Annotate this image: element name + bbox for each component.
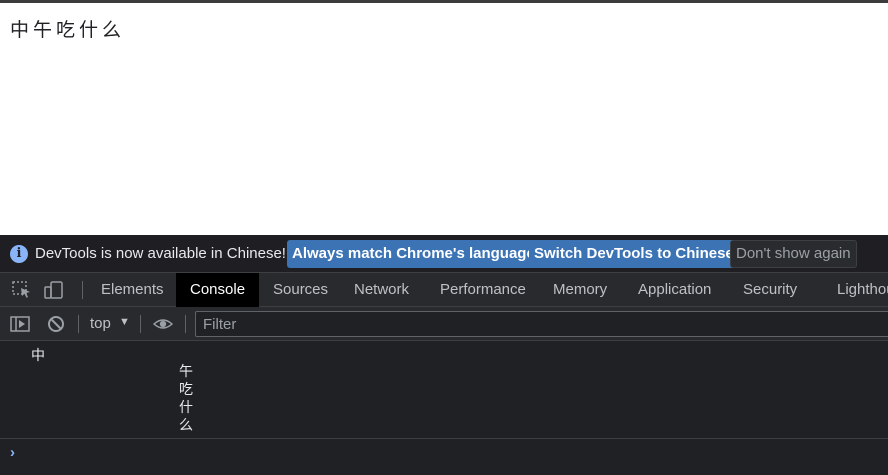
- page-content-text: 中午吃什么: [10, 19, 126, 41]
- filter-input[interactable]: [195, 311, 888, 337]
- device-toolbar-icon[interactable]: [44, 281, 64, 299]
- always-match-language-button[interactable]: Always match Chrome's language: [287, 240, 540, 268]
- language-infobar: i DevTools is now available in Chinese! …: [0, 235, 888, 273]
- info-icon: i: [10, 245, 28, 263]
- console-log-vertical-text: 午 吃 什 么: [179, 363, 195, 435]
- tab-console[interactable]: Console: [176, 273, 260, 307]
- infobar-message: DevTools is now available in Chinese!: [35, 245, 286, 262]
- console-prompt-chevron-icon[interactable]: ›: [10, 444, 15, 461]
- tab-elements[interactable]: Elements: [87, 273, 178, 307]
- toolbar-separator: [78, 315, 79, 333]
- devtools-tabbar: Elements Console Sources Network Perform…: [0, 273, 888, 307]
- console-log-char: 什: [179, 400, 193, 416]
- switch-to-chinese-button[interactable]: Switch DevTools to Chinese: [529, 240, 739, 268]
- console-output: 中 午 吃 什 么 ›: [0, 341, 888, 475]
- tab-network[interactable]: Network: [340, 273, 423, 307]
- toolbar-separator: [140, 315, 141, 333]
- page-viewport: 中午吃什么: [0, 3, 888, 235]
- console-log-char: 午: [179, 364, 193, 380]
- inspect-element-icon[interactable]: [12, 281, 32, 299]
- console-divider: [0, 438, 888, 439]
- console-toolbar: top ▼: [0, 307, 888, 341]
- dont-show-again-button[interactable]: Don't show again: [730, 240, 857, 268]
- context-selector[interactable]: top: [90, 315, 111, 332]
- devtools-panel: i DevTools is now available in Chinese! …: [0, 235, 888, 475]
- console-log-char: 么: [179, 418, 193, 434]
- chevron-down-icon[interactable]: ▼: [119, 316, 130, 328]
- show-sidebar-icon[interactable]: [10, 315, 30, 333]
- tab-application[interactable]: Application: [624, 273, 725, 307]
- tab-sources[interactable]: Sources: [259, 273, 342, 307]
- tabbar-separator: [82, 281, 83, 299]
- tab-lighthouse[interactable]: Lighthouse: [823, 273, 888, 307]
- console-log-char: 吃: [179, 382, 193, 398]
- console-log-line: 中: [31, 348, 45, 364]
- eye-icon[interactable]: [153, 315, 173, 333]
- tab-memory[interactable]: Memory: [539, 273, 621, 307]
- toolbar-separator: [185, 315, 186, 333]
- tab-performance[interactable]: Performance: [426, 273, 540, 307]
- clear-console-icon[interactable]: [46, 315, 66, 333]
- tab-security[interactable]: Security: [729, 273, 811, 307]
